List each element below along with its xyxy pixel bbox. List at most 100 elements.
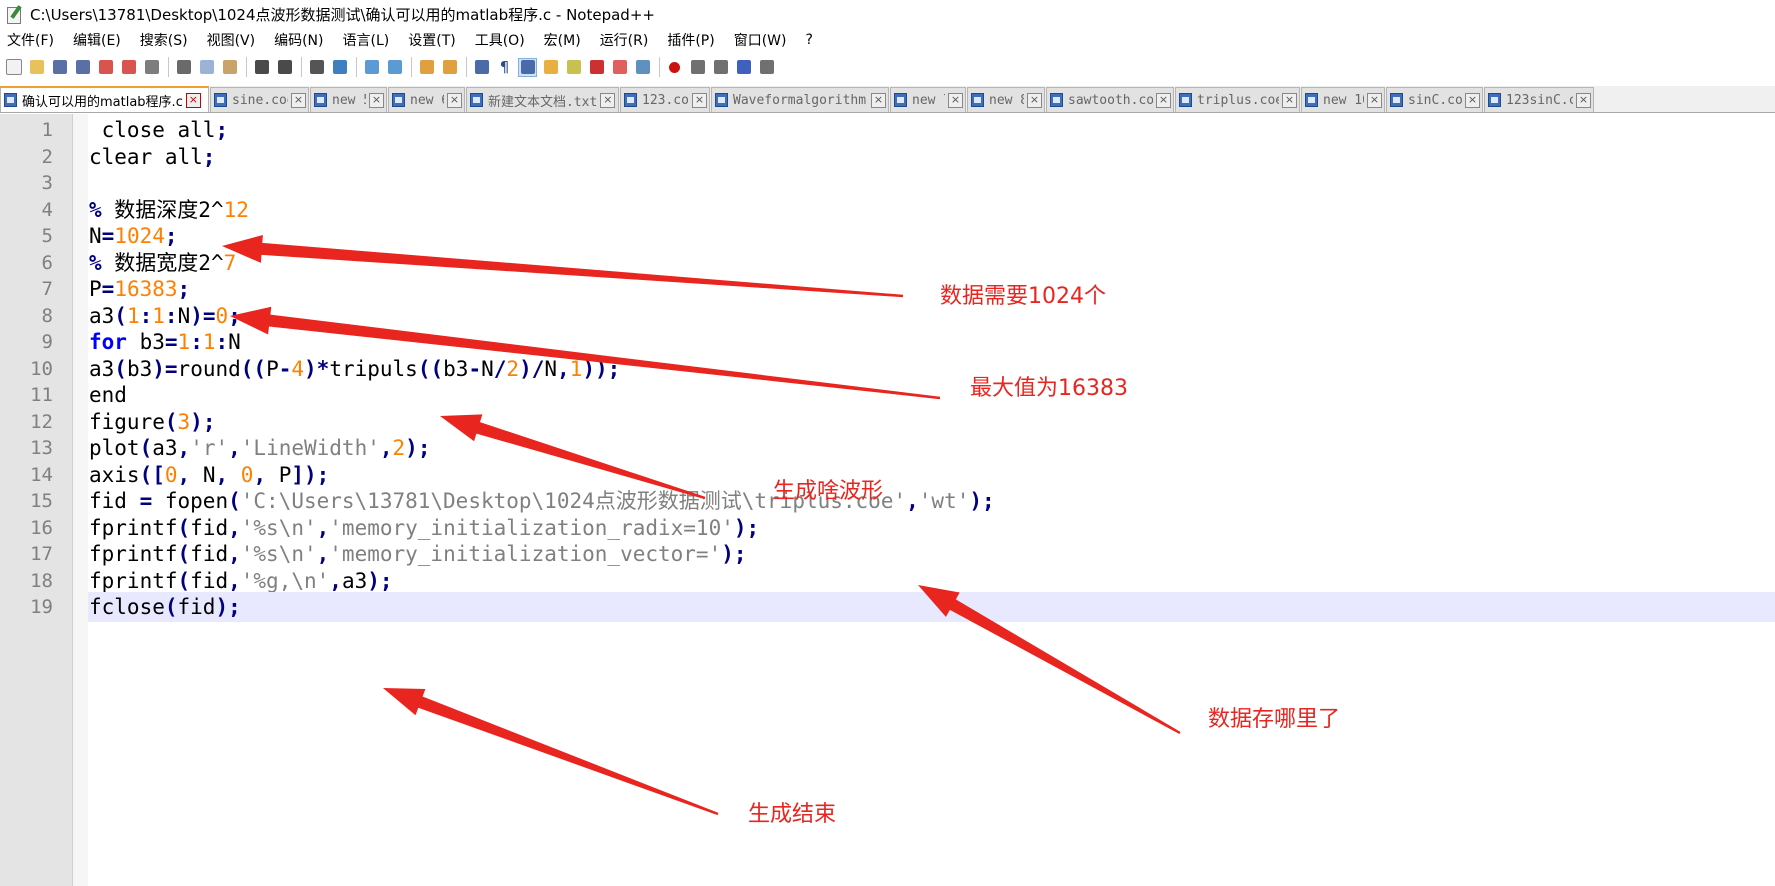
menu-item-6[interactable]: 设置(T) [405, 29, 458, 51]
tab-5[interactable]: 123.coe× [620, 87, 710, 112]
document-map-icon[interactable] [564, 58, 583, 77]
code-line[interactable]: clear all; [88, 142, 1775, 172]
menu-item-12[interactable]: ? [803, 31, 816, 49]
language-icon[interactable] [541, 58, 560, 77]
menu-item-2[interactable]: 搜索(S) [137, 29, 191, 51]
find-icon[interactable] [307, 58, 326, 77]
annotation-label-1: 最大值为16383 [970, 376, 1128, 401]
replace-icon[interactable] [330, 58, 349, 77]
tab-close-icon[interactable]: × [447, 92, 462, 108]
folder-workspace-icon[interactable] [610, 58, 629, 77]
tab-close-icon[interactable]: × [1027, 92, 1042, 108]
copy-icon[interactable] [197, 58, 216, 77]
code-token: fopen [152, 489, 229, 513]
new-file-icon[interactable] [4, 58, 23, 77]
tab-close-icon[interactable]: × [1576, 92, 1591, 108]
tab-close-icon[interactable]: × [369, 92, 384, 108]
tab-4[interactable]: 新建文本文档.txt × [466, 87, 619, 112]
menu-item-7[interactable]: 工具(O) [472, 29, 528, 51]
fold-margin[interactable] [73, 114, 88, 886]
tab-10[interactable]: triplus.coe × [1175, 87, 1300, 112]
save-all-icon[interactable] [73, 58, 92, 77]
tab-7[interactable]: new 7× [890, 87, 966, 112]
code-line[interactable]: figure(3); [88, 407, 1775, 437]
code-line[interactable]: % 数据深度2^12 [88, 195, 1775, 225]
open-file-icon[interactable] [27, 58, 46, 77]
macro-play-icon[interactable] [711, 58, 730, 77]
code-line[interactable]: fprintf(fid,'%s\n','memory_initializatio… [88, 513, 1775, 543]
menu-item-3[interactable]: 视图(V) [204, 29, 259, 51]
code-line[interactable]: for b3=1:1:N [88, 327, 1775, 357]
code-line[interactable]: a3(1:1:N)=0; [88, 301, 1775, 331]
tab-close-icon[interactable]: × [185, 92, 201, 108]
print-icon[interactable] [142, 58, 161, 77]
tab-6[interactable]: Waveformalgorithm.c × [711, 87, 889, 112]
save-icon[interactable] [50, 58, 69, 77]
toolbar-separator [411, 57, 412, 77]
tab-8[interactable]: new 8× [967, 87, 1045, 112]
code-line[interactable]: end [88, 380, 1775, 410]
tab-13[interactable]: 123sinC.coe× [1484, 87, 1594, 112]
menu-item-5[interactable]: 语言(L) [340, 29, 393, 51]
code-token: : [139, 303, 153, 328]
menu-item-10[interactable]: 插件(P) [664, 29, 717, 51]
tab-label: new 8 [989, 92, 1024, 108]
code-line[interactable]: a3(b3)=round((P-4)*tripuls((b3-N/2)/N,1)… [88, 354, 1775, 384]
menu-item-11[interactable]: 窗口(W) [731, 29, 790, 51]
code-line[interactable]: fclose(fid); [88, 592, 1775, 622]
code-line[interactable]: N=1024; [88, 221, 1775, 251]
macro-record-icon[interactable] [665, 58, 684, 77]
macro-run-multiple-icon[interactable] [734, 58, 753, 77]
tab-close-icon[interactable]: × [600, 92, 616, 108]
code-line[interactable]: close all; [88, 115, 1775, 145]
indent-guide-icon[interactable] [518, 57, 537, 77]
menu-item-9[interactable]: 运行(R) [597, 29, 652, 51]
tab-close-icon[interactable]: × [1367, 92, 1382, 108]
menu-item-0[interactable]: 文件(F) [4, 29, 57, 51]
cut-icon[interactable] [174, 58, 193, 77]
menu-item-4[interactable]: 编码(N) [271, 29, 326, 51]
undo-icon[interactable] [252, 58, 271, 77]
code-line[interactable]: fid = fopen('C:\Users\13781\Desktop\1024… [88, 486, 1775, 516]
tab-close-icon[interactable]: × [871, 92, 886, 108]
paste-icon[interactable] [220, 58, 239, 77]
menu-item-1[interactable]: 编辑(E) [70, 29, 124, 51]
code-line[interactable]: % 数据宽度2^7 [88, 248, 1775, 278]
tab-close-icon[interactable]: × [1465, 92, 1480, 108]
tab-close-icon[interactable]: × [1282, 92, 1297, 108]
code-line[interactable]: plot(a3,'r','LineWidth',2); [88, 433, 1775, 463]
tab-3[interactable]: new 6× [388, 87, 465, 112]
code-line[interactable]: fprintf(fid,'%s\n','memory_initializatio… [88, 539, 1775, 569]
close-all-icon[interactable] [119, 58, 138, 77]
code-line[interactable]: fprintf(fid,'%g,\n',a3); [88, 566, 1775, 596]
tab-close-icon[interactable]: × [1156, 92, 1171, 108]
zoom-out-icon[interactable] [385, 58, 404, 77]
macro-stop-icon[interactable] [688, 58, 707, 77]
tab-0[interactable]: 确认可以用的matlab程序.c × [0, 86, 209, 112]
word-wrap-icon[interactable] [472, 58, 491, 77]
sync-vertical-icon[interactable] [417, 58, 436, 77]
close-file-icon[interactable] [96, 58, 115, 77]
tab-11[interactable]: new 10× [1301, 87, 1385, 112]
redo-icon[interactable] [275, 58, 294, 77]
function-list-icon[interactable] [587, 58, 606, 77]
code-line[interactable] [88, 168, 1775, 198]
tab-close-icon[interactable]: × [291, 92, 306, 108]
sync-horizontal-icon[interactable] [440, 58, 459, 77]
tab-2[interactable]: new 5× [310, 87, 387, 112]
monitoring-icon[interactable] [633, 58, 652, 77]
macro-save-icon[interactable] [757, 58, 776, 77]
tab-1[interactable]: sine.coe× [210, 87, 309, 112]
code-token: fprintf [89, 542, 178, 566]
tab-9[interactable]: sawtooth.coe × [1046, 87, 1174, 112]
code-line[interactable]: axis([0, N, 0, P]); [88, 460, 1775, 490]
tab-close-icon[interactable]: × [692, 92, 707, 108]
editor[interactable]: 1 2 3 4 5 6 7 8 9 10 11 12 13 14 15 16 17 18 19 close all;… [0, 114, 1775, 886]
tab-close-icon[interactable]: × [948, 92, 963, 108]
code-line[interactable]: P=16383; [88, 274, 1775, 304]
menu-item-8[interactable]: 宏(M) [541, 29, 584, 51]
zoom-in-icon[interactable] [362, 58, 381, 77]
code-token: ; [228, 303, 241, 328]
tab-12[interactable]: sinC.coe× [1386, 87, 1483, 112]
show-all-chars-icon[interactable]: ¶ [495, 58, 514, 77]
